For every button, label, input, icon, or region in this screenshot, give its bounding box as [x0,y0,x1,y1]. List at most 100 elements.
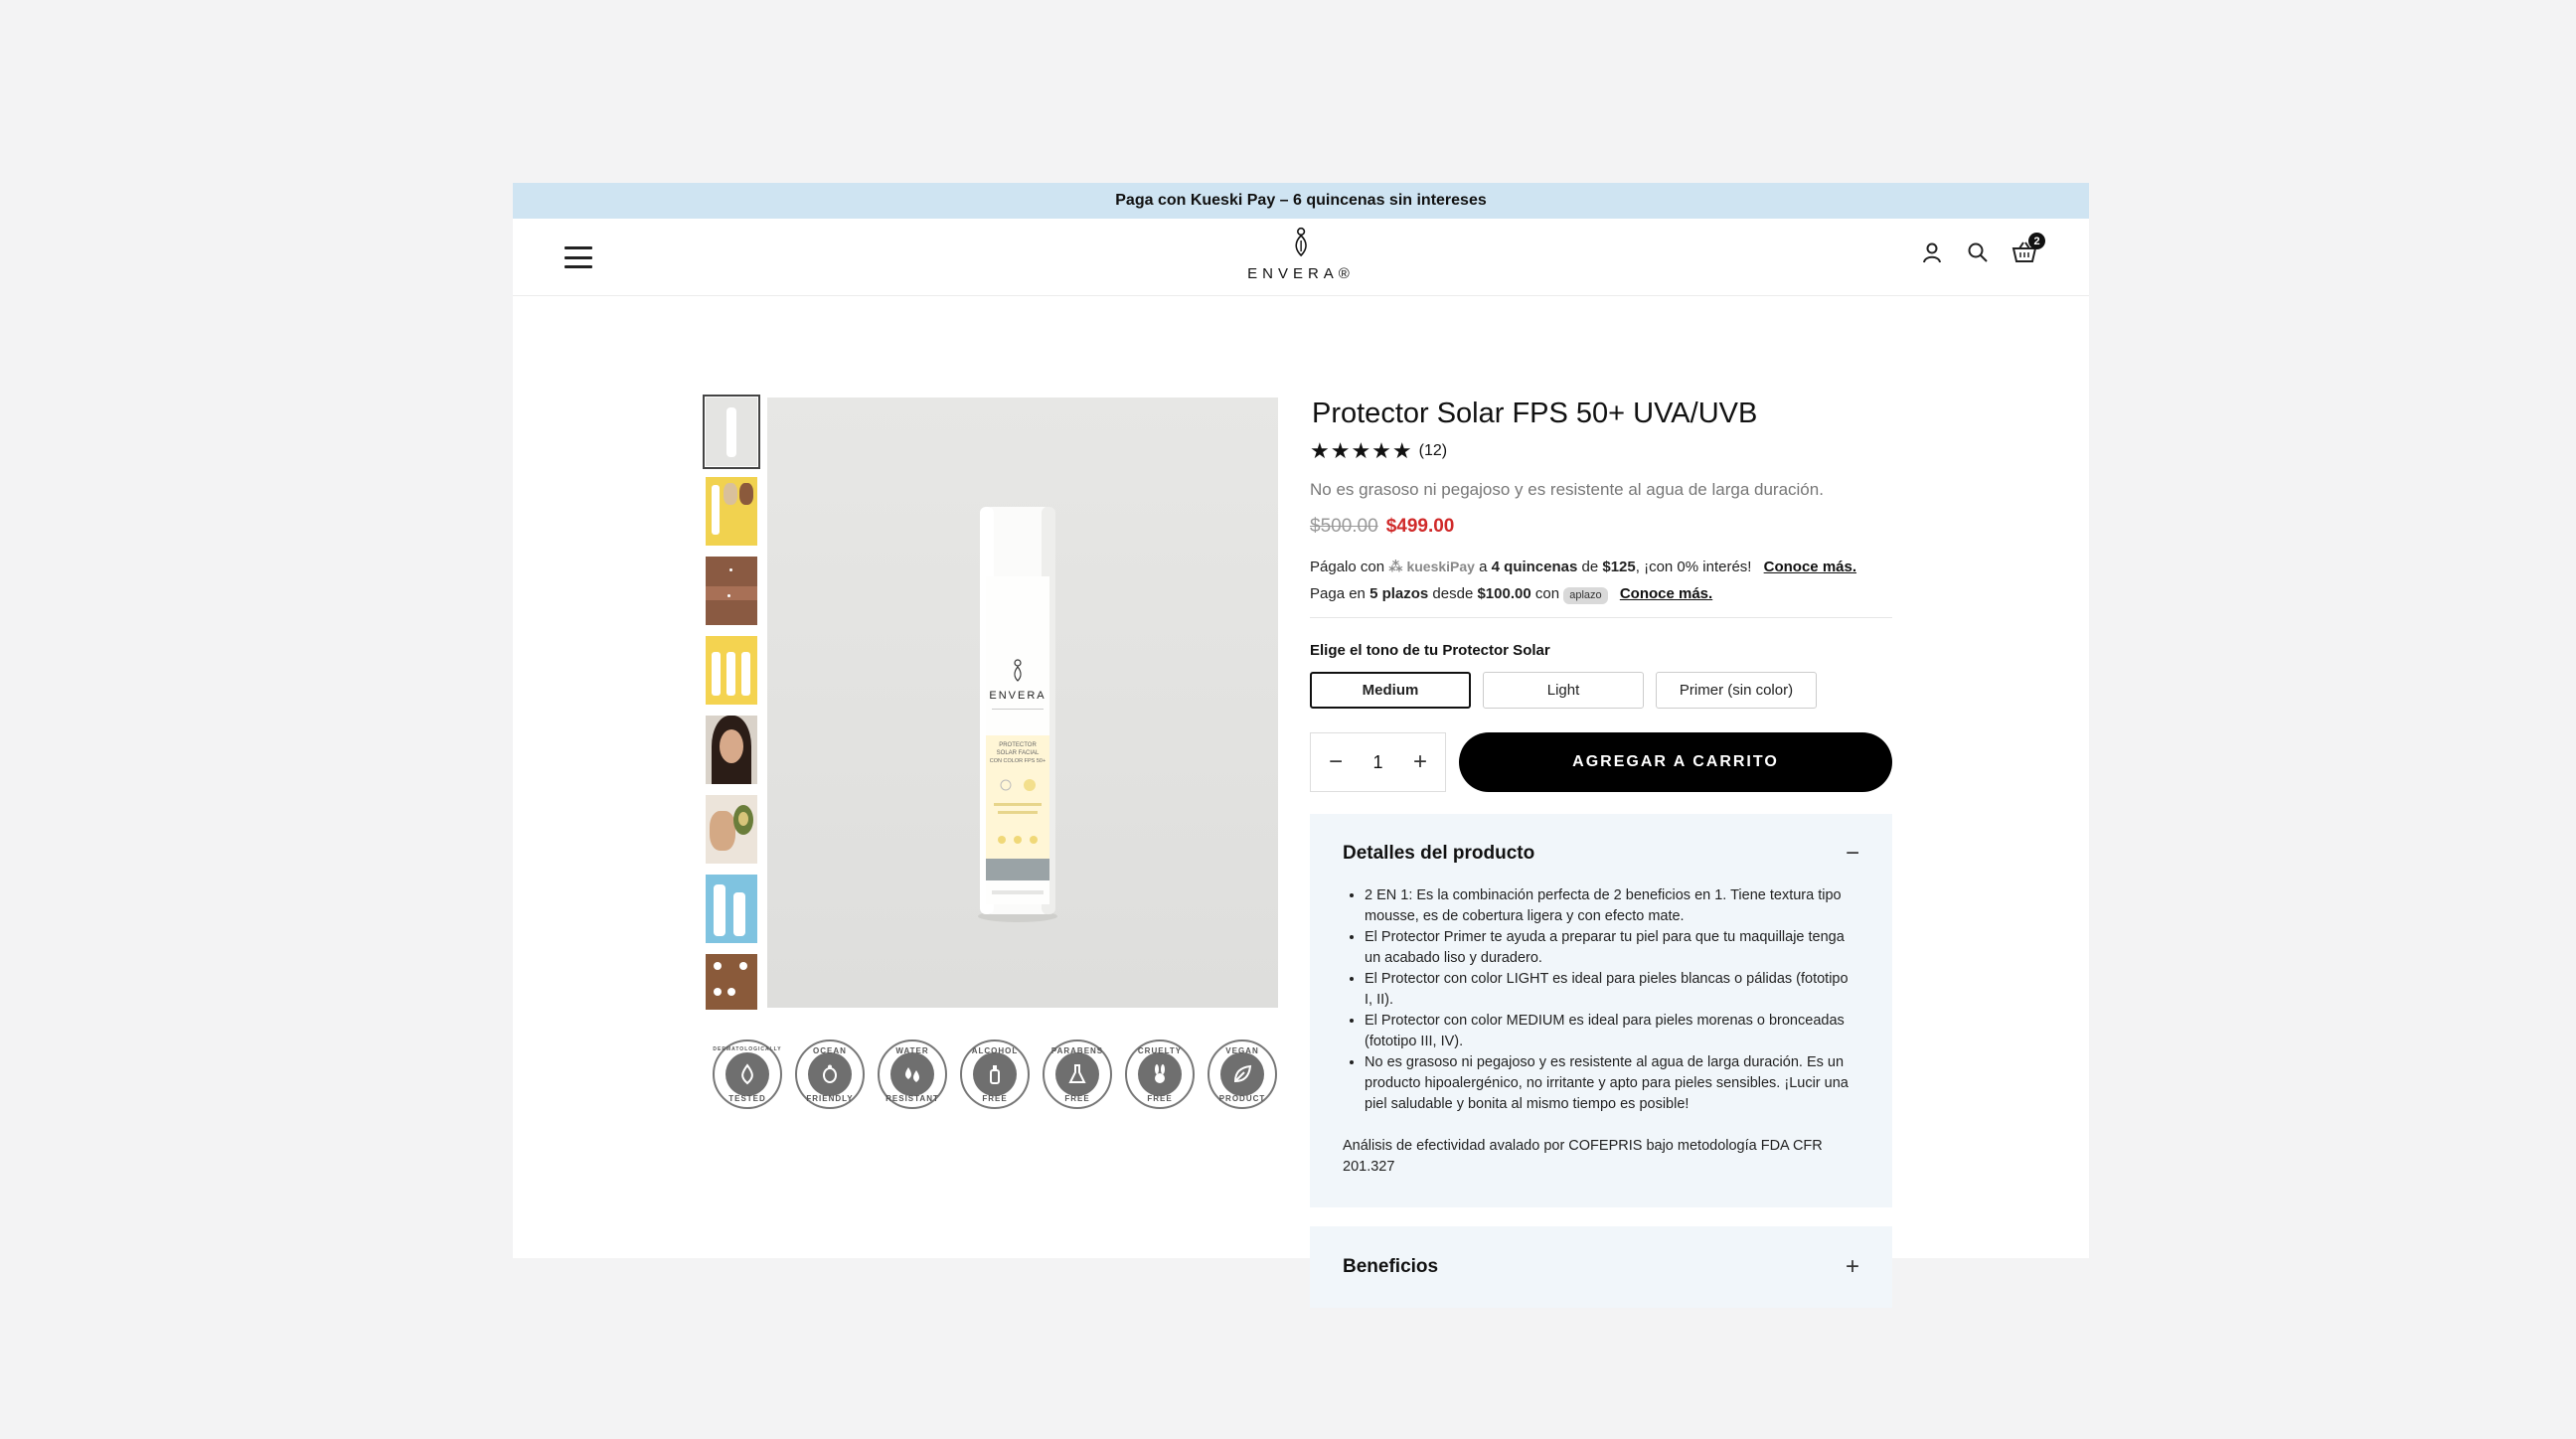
add-to-cart-button[interactable]: AGREGAR A CARRITO [1459,732,1892,792]
minus-icon[interactable]: − [1329,748,1343,776]
benefits-panel[interactable]: Beneficios + [1310,1226,1892,1308]
aplazo-learn-more-link[interactable]: Conoce más. [1620,585,1712,602]
badge-label: FREE [1147,1094,1173,1103]
details-title: Detalles del producto [1343,843,1535,864]
badge-label: CRUELTY [1137,1046,1183,1055]
review-count: (12) [1418,442,1448,459]
main-product-image[interactable]: ENVERA PROTECTOR SOLAR FACIAL CON COLOR … [767,398,1278,1008]
list-item: El Protector con color LIGHT es ideal pa… [1365,969,1859,1011]
bottle-label-line: CON COLOR FPS 50+ [990,758,1046,764]
header-icons: 2 [1920,233,2045,264]
collapse-icon[interactable]: − [1846,840,1859,868]
thumbnail-list [703,395,760,1010]
benefits-title: Beneficios [1343,1256,1439,1277]
payment-text: a [1479,559,1488,575]
payment-options: Págalo con ⁂ kueskiPay a 4 quincenas de … [1310,554,1892,607]
tone-option-primer[interactable]: Primer (sin color) [1656,672,1817,709]
thumbnail[interactable] [706,557,757,625]
aplazo-amount: $100.00 [1477,585,1531,602]
logo-text: ENVERA® [1247,265,1355,282]
badge-label: ALCOHOL [971,1046,1019,1055]
list-item: 2 EN 1: Es la combinación perfecta de 2 … [1365,885,1859,927]
turtle-icon [808,1052,852,1096]
rabbit-icon [1138,1052,1182,1096]
thumbnail[interactable] [706,795,757,864]
ocean-friendly-badge: OCEAN FRIENDLY [795,1039,865,1109]
payment-text: , ¡con 0% interés! [1635,559,1752,575]
product-title: Protector Solar FPS 50+ UVA/UVB [1312,398,1758,429]
payment-text: Paga en [1310,585,1366,602]
dermatologically-tested-badge: DERMATOLOGICALLY TESTED [713,1039,782,1109]
rating[interactable]: ★★★★★ (12) [1310,438,1892,464]
kueski-logo: ⁂ kueskiPay [1388,559,1475,574]
divider [1310,617,1892,618]
bottle-label-line: PROTECTOR [999,742,1037,748]
quantity-value[interactable]: 1 [1372,752,1382,773]
parabens-free-badge: PARABENS FREE [1043,1039,1112,1109]
sale-price: $499.00 [1385,516,1455,537]
badge-label: OCEAN [813,1046,847,1055]
product-subtitle: No es grasoso ni pegajoso y es resistent… [1310,480,1824,499]
details-list: 2 EN 1: Es la combinación perfecta de 2 … [1343,885,1859,1115]
thumbnail[interactable] [706,716,757,784]
badge-row: DERMATOLOGICALLY TESTED OCEAN FRIENDLY W… [713,1039,1277,1109]
badge-label: FRIENDLY [806,1094,854,1103]
old-price: $500.00 [1310,516,1378,537]
leaf-icon [1220,1052,1264,1096]
aplazo-logo: aplazo [1563,587,1608,604]
badge-label: PRODUCT [1218,1094,1266,1103]
tone-selector: Medium Light Primer (sin color) [1310,672,1892,709]
quantity-stepper: − 1 + [1310,732,1446,792]
kueski-installments: 4 quincenas [1491,559,1578,575]
cart-icon[interactable]: 2 [2012,233,2045,264]
page: Paga con Kueski Pay – 6 quincenas sin in… [513,183,2089,1308]
thumbnail[interactable] [706,636,757,705]
thumbnail[interactable] [706,875,757,943]
payment-text: con [1534,585,1560,602]
product-info: Protector Solar FPS 50+ UVA/UVB ★★★★★ (1… [1310,398,1892,1308]
thumbnail[interactable] [706,954,757,1010]
thumbnail[interactable] [706,477,757,546]
badge-label: PARABENS [1050,1046,1104,1055]
kueski-amount: $125 [1602,559,1636,575]
bottle-brand: ENVERA [989,690,1046,702]
badge-label: WATER [895,1046,929,1055]
logo[interactable]: ENVERA® [1247,227,1355,282]
tone-label: Elige el tono de tu Protector Solar [1310,642,1550,659]
badge-label: RESISTANT [886,1094,939,1103]
cart-count-badge: 2 [2028,233,2045,249]
kueski-learn-more-link[interactable]: Conoce más. [1764,559,1856,575]
list-item: El Protector Primer te ayuda a preparar … [1365,927,1859,969]
water-resistant-badge: WATER RESISTANT [878,1039,947,1109]
payment-text: Págalo con [1310,559,1385,575]
kueski-brand: kueskiPay [1406,559,1475,574]
menu-icon[interactable] [564,246,592,268]
star-rating-icon: ★★★★★ [1310,438,1413,463]
product-details-panel: Detalles del producto − 2 EN 1: Es la co… [1310,814,1892,1207]
bottle-label-line: SOLAR FACIAL [997,750,1040,756]
badge-label: FREE [982,1094,1008,1103]
cruelty-free-badge: CRUELTY FREE [1125,1039,1195,1109]
list-item: No es grasoso ni pegajoso y es resistent… [1365,1052,1859,1115]
tone-option-medium[interactable]: Medium [1310,672,1471,709]
details-note: Análisis de efectividad avalado por COFE… [1343,1138,1823,1175]
aplazo-installments: 5 plazos [1369,585,1429,602]
payment-text: desde [1432,585,1474,602]
expand-icon[interactable]: + [1846,1253,1859,1281]
search-icon[interactable] [1966,240,1990,264]
details-header[interactable]: Detalles del producto − [1343,840,1859,868]
badge-label: VEGAN [1225,1046,1259,1055]
badge-label: DERMATOLOGICALLY [713,1046,782,1052]
vegan-product-badge: VEGAN PRODUCT [1208,1039,1277,1109]
aplazo-line: Paga en 5 plazos desde $100.00 con aplaz… [1310,580,1892,607]
logo-mark-icon [1295,227,1307,257]
payment-text: de [1581,559,1599,575]
plus-icon[interactable]: + [1413,748,1427,776]
purchase-row: − 1 + AGREGAR A CARRITO [1310,732,1892,792]
kueski-line: Págalo con ⁂ kueskiPay a 4 quincenas de … [1310,554,1892,580]
tone-option-light[interactable]: Light [1483,672,1644,709]
announcement-bar[interactable]: Paga con Kueski Pay – 6 quincenas sin in… [513,183,2089,219]
user-icon[interactable] [1920,240,1944,264]
thumbnail[interactable] [703,395,760,469]
badge-label: TESTED [728,1094,766,1103]
